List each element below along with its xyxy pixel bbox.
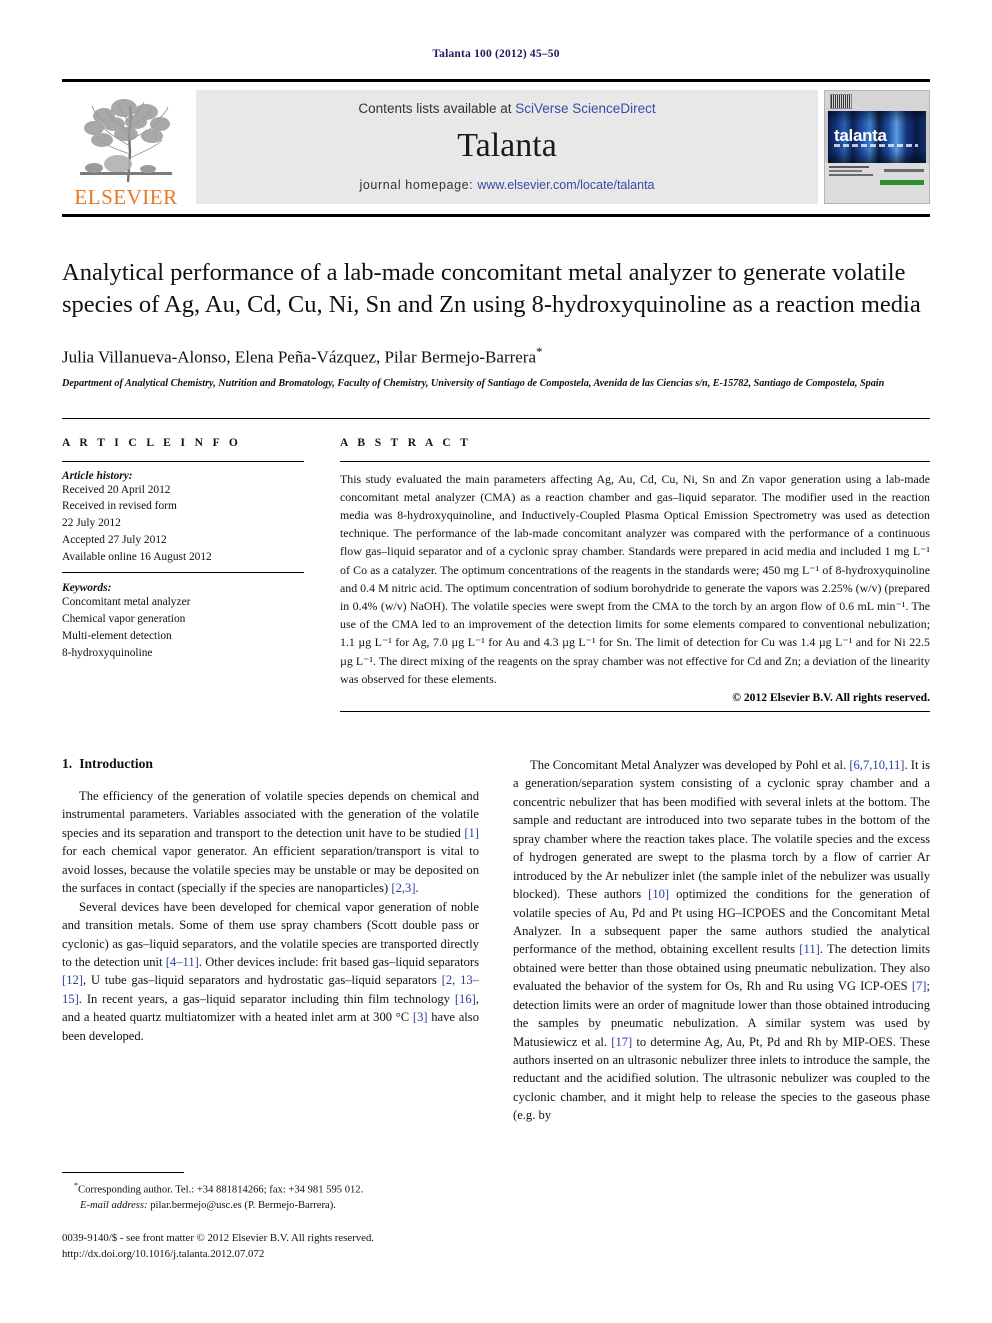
contents-available-line: Contents lists available at SciVerse Sci…	[358, 101, 655, 116]
author-names: Julia Villanueva-Alonso, Elena Peña-Vázq…	[62, 347, 537, 367]
corresponding-author-text: Corresponding author. Tel.: +34 88181426…	[78, 1184, 364, 1196]
article-info-column: A R T I C L E I N F O Article history: R…	[62, 419, 320, 712]
citation-ref[interactable]: [4–11]	[166, 955, 199, 969]
title-block: Analytical performance of a lab-made con…	[62, 217, 930, 392]
citation-ref[interactable]: [7]	[912, 979, 927, 993]
author-list: Julia Villanueva-Alonso, Elena Peña-Vázq…	[62, 344, 930, 368]
journal-masthead: ELSEVIER Contents lists available at Sci…	[62, 79, 930, 217]
cover-footer	[825, 163, 929, 203]
issn-copyright-block: 0039-9140/$ - see front matter © 2012 El…	[62, 1230, 466, 1262]
section-title: Introduction	[79, 756, 153, 772]
body-column-left: 1. Introduction The efficiency of the gen…	[62, 756, 479, 1125]
contents-panel: Contents lists available at SciVerse Sci…	[196, 90, 818, 204]
citation-ref[interactable]: [2, 13–15]	[62, 973, 479, 1005]
issn-line: 0039-9140/$ - see front matter © 2012 El…	[62, 1232, 375, 1245]
citation-ref[interactable]: [6,7,10,11]	[849, 758, 904, 772]
citation-ref[interactable]: [11]	[799, 942, 820, 956]
citation-ref[interactable]: [1]	[464, 826, 479, 840]
cover-topbar	[825, 91, 929, 111]
keywords-label: Keywords:	[62, 582, 112, 595]
footnote-rule	[62, 1172, 184, 1173]
citation-ref[interactable]: [3]	[413, 1010, 428, 1024]
contents-prefix: Contents lists available at	[358, 101, 516, 116]
article-history-label: Article history:	[62, 469, 133, 482]
abstract-copyright: © 2012 Elsevier B.V. All rights reserved…	[340, 691, 930, 713]
running-head: Talanta 100 (2012) 45–50	[432, 48, 560, 60]
journal-cover-thumbnail: talanta	[824, 90, 930, 204]
abstract-rule	[340, 460, 930, 462]
journal-article-page: Talanta 100 (2012) 45–50 ELSEVIER Conten…	[0, 0, 992, 1323]
affiliation: Department of Analytical Chemistry, Nutr…	[62, 378, 885, 390]
keyword-item: Concomitant metal analyzer	[62, 596, 191, 609]
article-history-block: Article history: Received 20 April 2012 …	[62, 470, 304, 574]
corresponding-author-marker: *	[536, 343, 543, 359]
keyword-item: 8-hydroxyquinoline	[62, 646, 153, 659]
elsevier-logo: ELSEVIER	[62, 86, 190, 210]
paragraph: The Concomitant Metal Analyzer was devel…	[513, 758, 931, 1123]
article-title: Analytical performance of a lab-made con…	[62, 259, 921, 319]
cover-subtitle-rule	[834, 144, 918, 147]
email-label: E-mail address:	[80, 1199, 148, 1211]
doi-line[interactable]: http://dx.doi.org/10.1016/j.talanta.2012…	[62, 1246, 466, 1262]
email-address[interactable]: pilar.bermejo@usc.es (P. Bermejo-Barrera…	[150, 1200, 336, 1211]
article-info-rule	[62, 460, 304, 462]
info-abstract-section: A R T I C L E I N F O Article history: R…	[62, 417, 930, 713]
corresponding-author-footnote: *Corresponding author. Tel.: +34 8818142…	[62, 1180, 466, 1198]
sciencedirect-link[interactable]: SciVerse ScienceDirect	[515, 101, 655, 116]
homepage-prefix: journal homepage:	[359, 178, 478, 192]
article-info-heading: A R T I C L E I N F O	[62, 436, 242, 449]
elsevier-tree-icon	[74, 94, 178, 186]
citation-ref[interactable]: [10]	[648, 887, 669, 901]
keywords-block: Keywords: Concomitant metal analyzer Che…	[62, 573, 304, 661]
abstract-text: This study evaluated the main parameters…	[340, 471, 930, 686]
history-item: 22 July 2012	[62, 517, 121, 530]
journal-title: Talanta	[457, 127, 557, 164]
citation-ref[interactable]: [2,3]	[391, 881, 415, 895]
section-number: 1.	[62, 756, 73, 772]
history-item: Available online 16 August 2012	[62, 550, 212, 563]
keyword-item: Chemical vapor generation	[62, 613, 186, 626]
journal-homepage-link[interactable]: www.elsevier.com/locate/talanta	[477, 178, 654, 192]
footnote-area: *Corresponding author. Tel.: +34 8818142…	[62, 1172, 466, 1263]
elsevier-wordmark: ELSEVIER	[74, 185, 178, 209]
abstract-heading: A B S T R A C T	[340, 436, 472, 449]
citation-ref[interactable]: [16]	[455, 992, 476, 1006]
paragraph: The efficiency of the generation of vola…	[62, 789, 479, 896]
section-heading-introduction: 1. Introduction	[62, 756, 479, 772]
cover-journal-title: talanta	[834, 126, 887, 145]
journal-homepage-line: journal homepage: www.elsevier.com/locat…	[360, 178, 655, 192]
history-item: Received 20 April 2012	[62, 483, 171, 496]
cover-artwork: talanta	[828, 111, 926, 163]
body-column-right: The Concomitant Metal Analyzer was devel…	[513, 756, 930, 1125]
email-footnote: E-mail address: pilar.bermejo@usc.es (P.…	[62, 1198, 466, 1213]
history-item: Received in revised form	[62, 500, 177, 513]
abstract-column: A B S T R A C T This study evaluated the…	[320, 419, 930, 713]
citation-ref[interactable]: [12]	[62, 973, 83, 987]
paragraph: Several devices have been developed for …	[62, 899, 479, 1043]
article-body: 1. Introduction The efficiency of the gen…	[62, 756, 930, 1125]
barcode-icon	[830, 93, 852, 109]
keyword-item: Multi-element detection	[62, 629, 172, 642]
citation-ref[interactable]: [17]	[611, 1035, 632, 1049]
history-item: Accepted 27 July 2012	[62, 533, 167, 546]
